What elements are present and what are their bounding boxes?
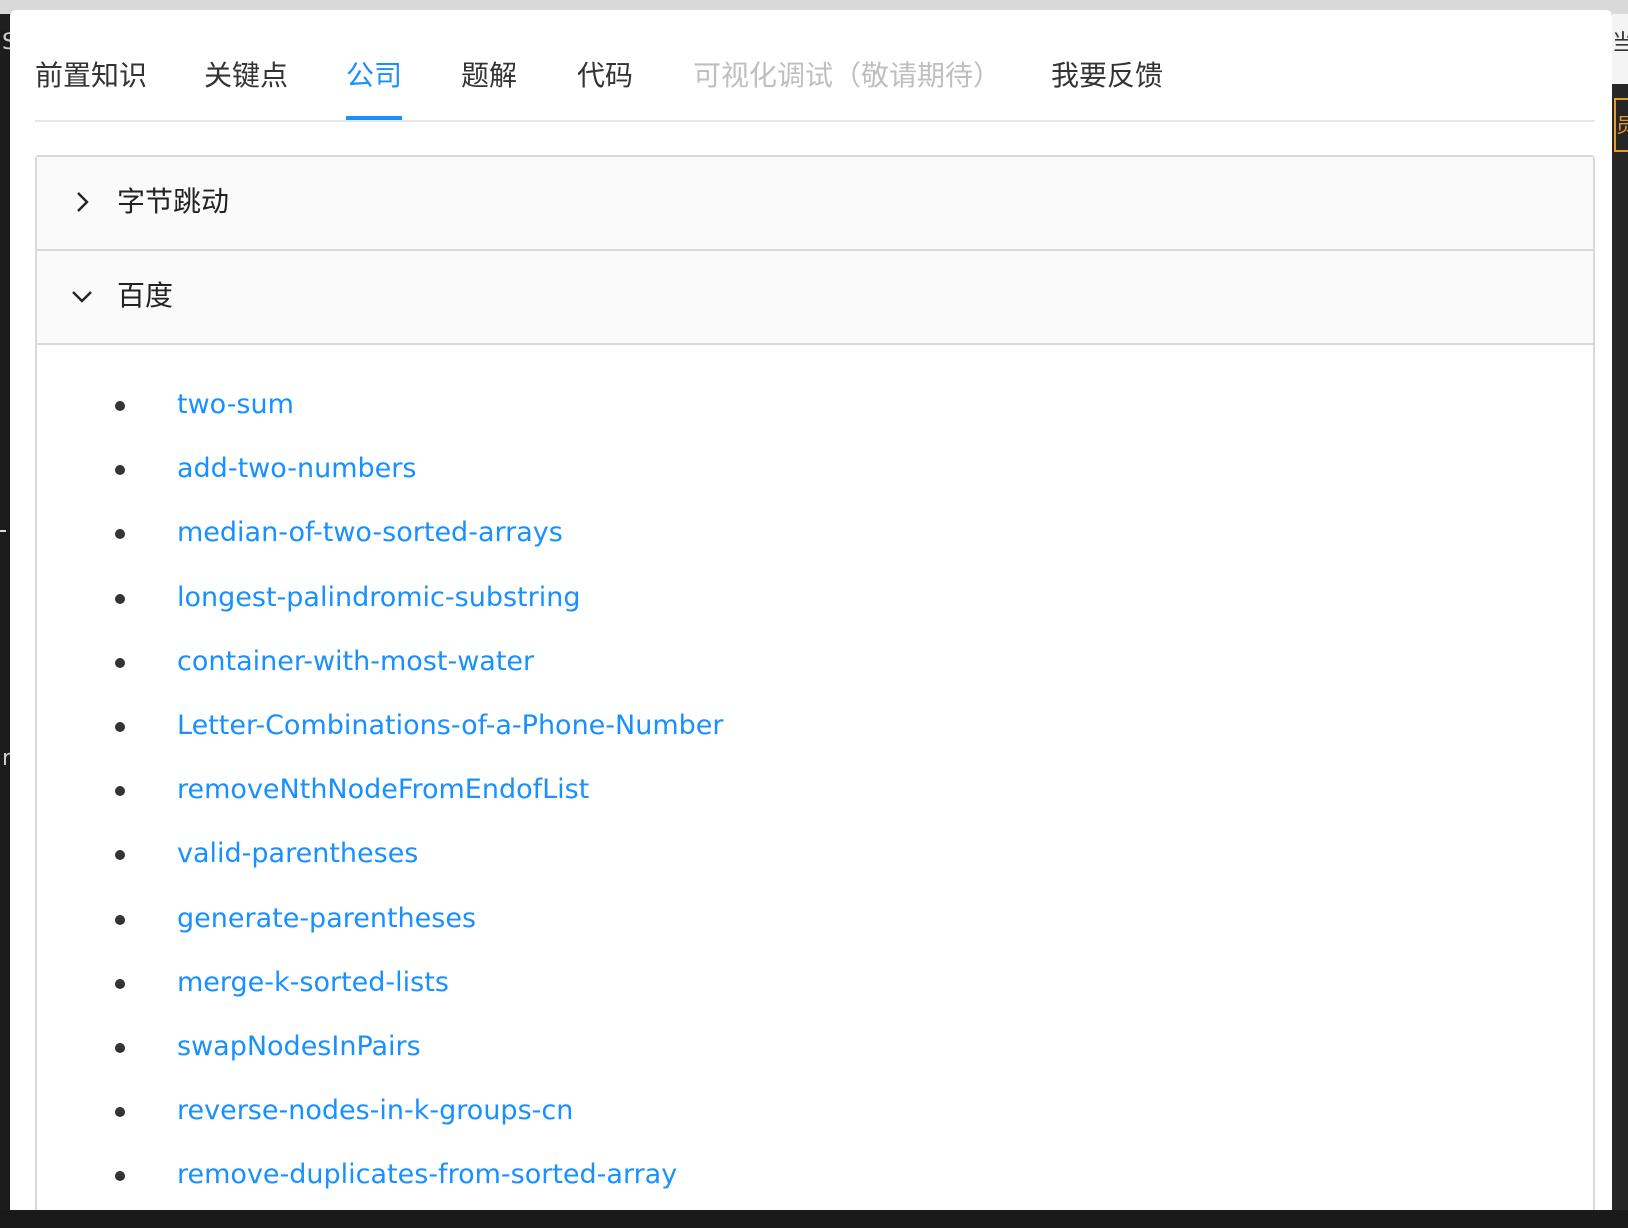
bullet	[115, 914, 125, 925]
bullet	[115, 850, 125, 861]
list-item: remove-duplicates-from-sorted-array	[37, 1143, 1593, 1207]
tab-bar: 前置知识 关键点 公司 题解 代码 可视化调试（敬请期待） 我要反馈	[35, 10, 1595, 122]
collapse-body-baidu: two-sum add-two-numbers median-of-two-so…	[37, 345, 1593, 1210]
problem-link[interactable]: Letter-Combinations-of-a-Phone-Number	[177, 708, 724, 744]
problem-link[interactable]: reverse-nodes-in-k-groups-cn	[177, 1093, 573, 1129]
bullet	[115, 593, 125, 604]
problem-link[interactable]: swapNodesInPairs	[177, 1029, 421, 1065]
bullet	[115, 1042, 125, 1053]
bullet	[115, 657, 125, 668]
collapse-header-baidu[interactable]: 百度	[37, 251, 1593, 345]
problem-link[interactable]: removeNthNodeFromEndofList	[177, 772, 589, 808]
chevron-down-icon	[72, 291, 92, 303]
problem-list: two-sum add-two-numbers median-of-two-so…	[37, 373, 1593, 1207]
tab-companies[interactable]: 公司	[346, 58, 402, 94]
list-item: add-two-numbers	[37, 437, 1593, 501]
problem-link[interactable]: generate-parentheses	[177, 901, 476, 937]
list-item: container-with-most-water	[37, 630, 1593, 694]
bullet	[115, 529, 125, 540]
problem-link[interactable]: container-with-most-water	[177, 644, 534, 680]
tab-code[interactable]: 代码	[577, 58, 633, 94]
tab-visual-debug: 可视化调试（敬请期待）	[693, 59, 1002, 92]
list-item: generate-parentheses	[37, 887, 1593, 951]
list-item: median-of-two-sorted-arrays	[37, 501, 1593, 565]
problem-link[interactable]: add-two-numbers	[177, 451, 416, 487]
bottom-dark-bar	[0, 1210, 1628, 1228]
problem-detail-panel: 前置知识 关键点 公司 题解 代码 可视化调试（敬请期待） 我要反馈 字节跳动 …	[10, 10, 1612, 1210]
problem-link[interactable]: merge-k-sorted-lists	[177, 965, 449, 1001]
bullet	[115, 978, 125, 989]
bullet	[115, 721, 125, 732]
background-page-right: 当 员	[1612, 14, 1628, 1228]
collapse-header-bytedance[interactable]: 字节跳动	[37, 157, 1593, 251]
problem-link[interactable]: valid-parentheses	[177, 836, 418, 872]
problem-link[interactable]: longest-palindromic-substring	[177, 580, 580, 616]
problem-link[interactable]: remove-duplicates-from-sorted-array	[177, 1157, 677, 1193]
company-collapse: 字节跳动 百度 two-sum add-two-numbers median-o…	[35, 155, 1595, 1210]
chevron-right-icon	[77, 192, 89, 212]
list-item: Letter-Combinations-of-a-Phone-Number	[37, 694, 1593, 758]
tab-feedback[interactable]: 我要反馈	[1051, 58, 1163, 94]
company-name: 百度	[117, 279, 174, 312]
background-orange-button: 员	[1614, 98, 1628, 152]
background-page-left: S r	[0, 30, 16, 1228]
list-item: two-sum	[37, 373, 1593, 437]
list-item: longest-palindromic-substring	[37, 566, 1593, 630]
tab-prerequisites[interactable]: 前置知识	[35, 58, 147, 94]
company-name: 字节跳动	[117, 185, 230, 218]
bullet	[115, 786, 125, 797]
problem-link[interactable]: two-sum	[177, 387, 294, 423]
background-text-fragment: 当	[1612, 14, 1628, 84]
bullet	[115, 1107, 125, 1118]
bullet	[115, 1171, 125, 1182]
bullet	[115, 465, 125, 476]
tab-key-points[interactable]: 关键点	[204, 58, 288, 94]
problem-link[interactable]: median-of-two-sorted-arrays	[177, 515, 563, 551]
active-tab-indicator	[346, 116, 402, 120]
list-item: valid-parentheses	[37, 822, 1593, 886]
list-item: merge-k-sorted-lists	[37, 951, 1593, 1015]
tab-solution[interactable]: 题解	[461, 58, 517, 94]
background-dash	[0, 530, 6, 532]
bullet	[115, 401, 125, 411]
list-item: reverse-nodes-in-k-groups-cn	[37, 1079, 1593, 1143]
list-item: swapNodesInPairs	[37, 1015, 1593, 1079]
list-item: removeNthNodeFromEndofList	[37, 758, 1593, 822]
